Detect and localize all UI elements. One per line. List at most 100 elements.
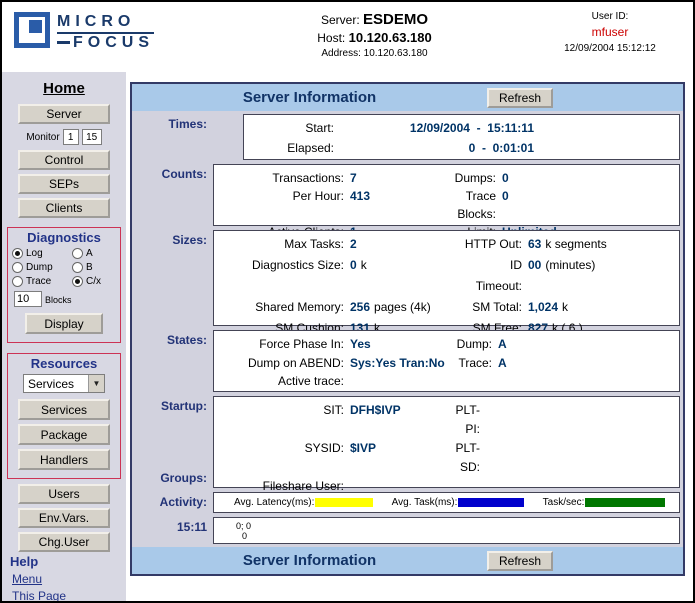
page-title: Server Information: [132, 89, 487, 106]
users-button[interactable]: Users: [18, 484, 110, 504]
resources-dropdown-value: Services: [24, 377, 88, 391]
server-button[interactable]: Server: [18, 104, 110, 124]
menu-link[interactable]: Menu: [12, 572, 42, 586]
field-value: 0: [496, 169, 679, 187]
field-label: Active trace:: [214, 372, 344, 391]
times-cell: Start: 12/09/2004 - 15:11:11 Elapsed: 0 …: [243, 114, 680, 160]
seps-button[interactable]: SEPs: [18, 174, 110, 194]
server-info-table: Times: Start: 12/09/2004 - 15:11:11 Elap…: [132, 111, 683, 547]
sizes-cell: Max Tasks: 2 HTTP Out: 63k segments Diag…: [213, 230, 680, 326]
field-value: [480, 401, 679, 439]
diagnostics-radio-group: Log A Dump B: [12, 248, 116, 287]
package-button[interactable]: Package: [18, 424, 110, 445]
radio-icon: [12, 276, 23, 287]
server-information-block: Server Information Refresh Times: Start:…: [130, 82, 685, 576]
address-label: Address:: [321, 48, 360, 59]
clients-button[interactable]: Clients: [18, 198, 110, 218]
field-value: [480, 439, 679, 477]
resources-dropdown[interactable]: Services ▼: [23, 374, 105, 393]
field-label: Diagnostics Size:: [214, 255, 344, 297]
field-value: DFH$IVP: [344, 401, 444, 439]
radio-selected-icon: [72, 276, 83, 287]
radio-label: Dump: [26, 262, 53, 273]
row-label-timeline: 15:11: [135, 517, 213, 544]
latency-bar: [315, 498, 373, 507]
logo-line2: FOCUS: [57, 34, 154, 52]
field-value: 0k: [344, 255, 462, 297]
field-value: 7: [344, 169, 434, 187]
diagnostics-title: Diagnostics: [27, 230, 101, 245]
counts-cell: Transactions: 7 Dumps: 0 Per Hour: 413 T…: [213, 164, 680, 226]
radio-b[interactable]: B: [72, 262, 114, 273]
server-name: ESDEMO: [363, 11, 428, 28]
radio-cx[interactable]: C/x: [72, 276, 114, 287]
this-page-link[interactable]: This Page: [12, 589, 66, 601]
radio-a[interactable]: A: [72, 248, 114, 259]
field-label: Per Hour:: [214, 187, 344, 223]
field-value: 00(minutes): [522, 255, 679, 297]
resources-title: Resources: [31, 356, 97, 371]
monitor-input-1[interactable]: [63, 129, 79, 145]
field-label: Transactions:: [214, 169, 344, 187]
field-value: $IVP: [344, 439, 444, 477]
latency-label: Avg. Latency(ms):: [234, 497, 314, 508]
field-label: Elapsed:: [244, 139, 334, 159]
display-button[interactable]: Display: [25, 313, 103, 334]
blocks-input[interactable]: [14, 291, 42, 307]
services-button[interactable]: Services: [18, 399, 110, 420]
radio-label: A: [86, 248, 93, 259]
refresh-button-top[interactable]: Refresh: [487, 88, 553, 108]
field-value: A: [492, 335, 679, 354]
server-label: Server:: [321, 13, 360, 27]
microfocus-logo-inner-square: [29, 20, 42, 33]
field-label: Trace:: [444, 354, 492, 373]
field-value: [492, 372, 679, 391]
radio-icon: [12, 262, 23, 273]
radio-label: Trace: [26, 276, 51, 287]
radio-log[interactable]: Log: [12, 248, 72, 259]
field-value: 413: [344, 187, 434, 223]
field-label: SYSID:: [214, 439, 344, 477]
diagnostics-panel: Diagnostics Log A Dump: [7, 227, 121, 343]
row-label-sizes: Sizes:: [135, 230, 213, 326]
microfocus-logo-icon: [14, 12, 50, 48]
tasksec-bar: [585, 498, 665, 507]
field-label: PLT-SD:: [444, 439, 480, 477]
field-label: Force Phase In:: [214, 335, 344, 354]
field-value: 63k segments: [522, 234, 679, 255]
radio-icon: [72, 248, 83, 259]
row-label-startup: Startup:: [161, 399, 207, 413]
field-value: 0 - 0:01:01: [334, 139, 534, 159]
task-label: Avg. Task(ms):: [392, 497, 458, 508]
header-timestamp: 12/09/2004 15:12:12: [535, 43, 685, 54]
control-button[interactable]: Control: [18, 150, 110, 170]
row-label-states: States:: [135, 330, 213, 392]
field-label: Trace Blocks:: [434, 187, 496, 223]
blocks-controls: Blocks: [12, 291, 72, 307]
chevron-down-icon: ▼: [88, 375, 104, 392]
address-value: 10.120.63.180: [364, 48, 428, 59]
field-value: A: [492, 354, 679, 373]
resources-panel: Resources Services ▼ Services Package Ha…: [7, 353, 121, 479]
row-label-activity: Activity:: [135, 492, 213, 513]
field-value: 0: [496, 187, 679, 223]
handlers-button[interactable]: Handlers: [18, 449, 110, 470]
row-label-times: Times:: [135, 114, 213, 160]
page: MICRO FOCUS Server: ESDEMO Host: 10.120.…: [0, 0, 695, 603]
refresh-button-bottom[interactable]: Refresh: [487, 551, 553, 571]
help-label: Help: [2, 554, 38, 569]
activity-cell: Avg. Latency(ms): Avg. Task(ms): Task/se…: [213, 492, 680, 513]
field-label: PLT-PI:: [444, 401, 480, 439]
sidebar: Home Server Monitor Control SEPs Clients…: [2, 72, 126, 601]
states-cell: Force Phase In: Yes Dump: A Dump on ABEN…: [213, 330, 680, 392]
row-label-groups: Groups:: [160, 471, 207, 485]
monitor-input-2[interactable]: [82, 129, 102, 145]
envvars-button[interactable]: Env.Vars.: [18, 508, 110, 528]
host-value: 10.120.63.180: [349, 30, 432, 45]
radio-dump[interactable]: Dump: [12, 262, 72, 273]
microfocus-logo-text: MICRO FOCUS: [57, 12, 154, 52]
field-label: SM Total:: [462, 297, 522, 318]
radio-trace[interactable]: Trace: [12, 276, 72, 287]
chguser-button[interactable]: Chg.User: [18, 532, 110, 552]
home-link[interactable]: Home: [43, 80, 85, 97]
